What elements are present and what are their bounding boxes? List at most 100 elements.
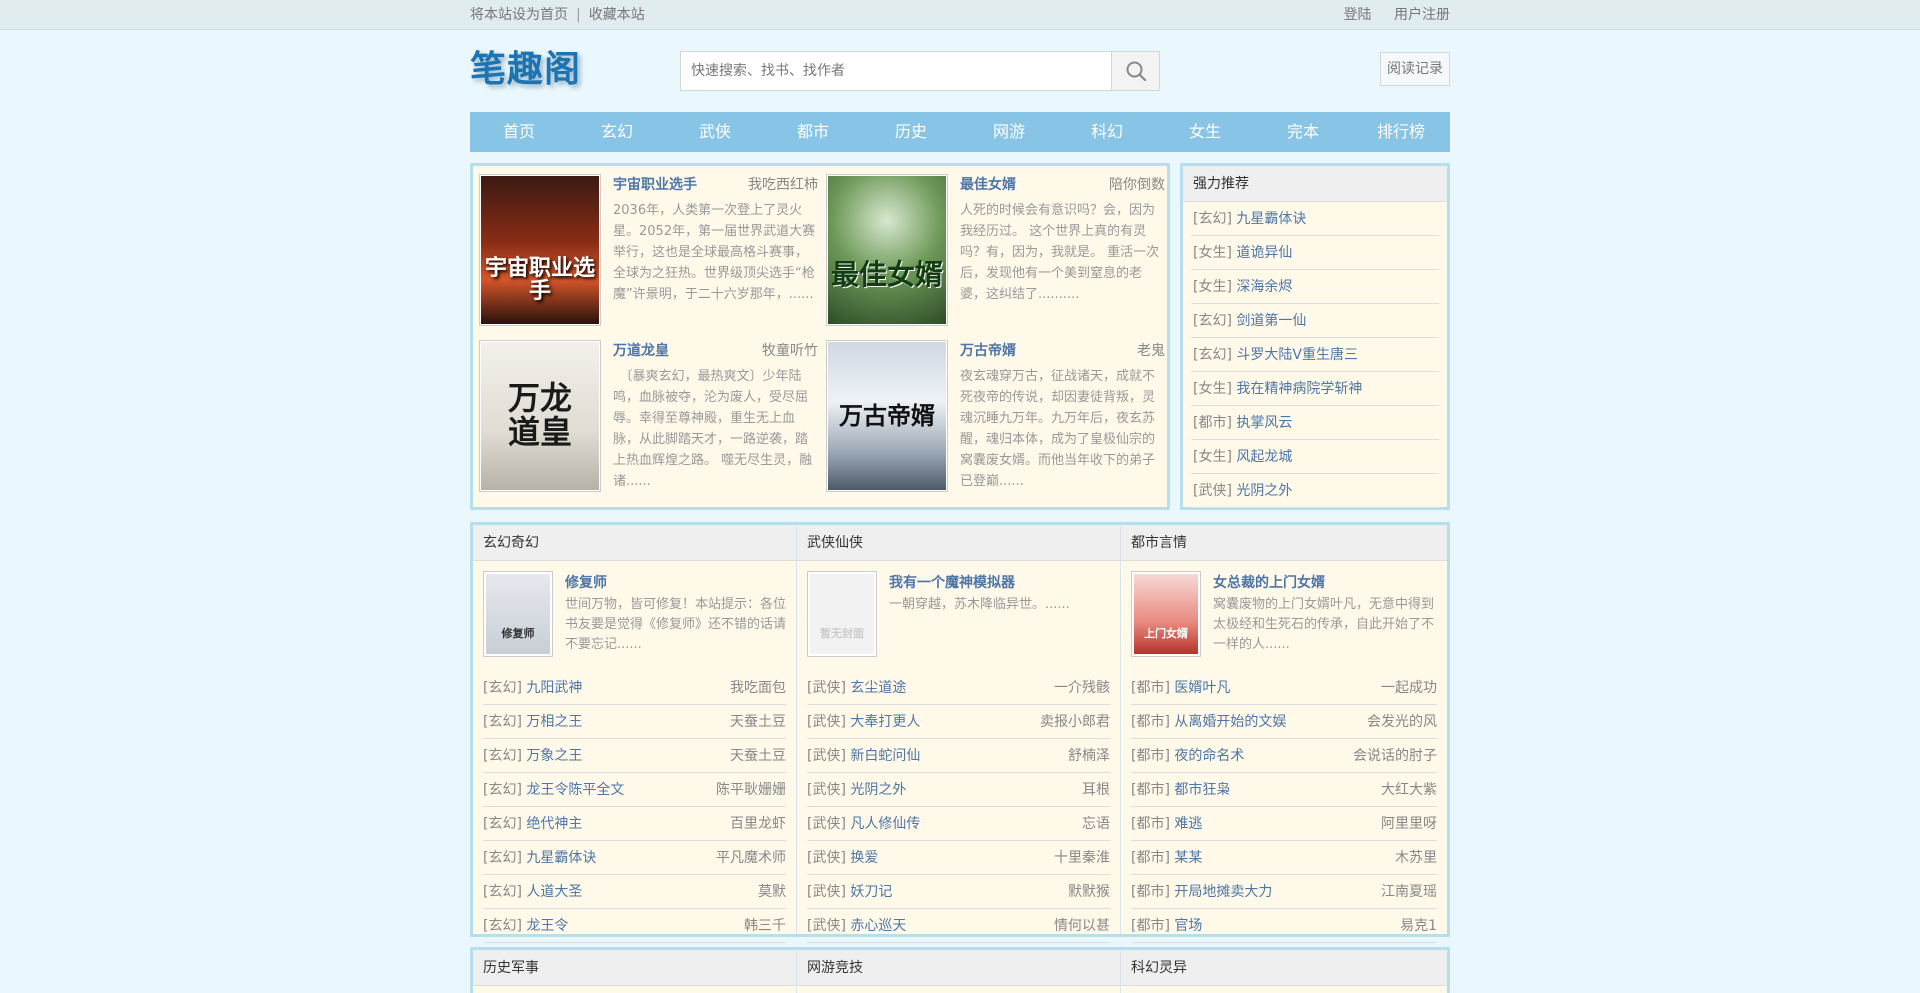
book-cover[interactable]: 万古帝婿 [826, 340, 948, 492]
list-item[interactable]: [玄幻] 人道大圣 莫默 [483, 875, 786, 909]
book-name[interactable]: 难逃 [1174, 816, 1202, 832]
list-item[interactable]: [武侠] 妖刀记 默默猴 [807, 875, 1110, 909]
search-input[interactable] [681, 52, 1111, 90]
bookmark-link[interactable]: 收藏本站 [589, 7, 645, 23]
book-cover[interactable]: 万龙道皇 [479, 340, 601, 492]
recommend-book-name[interactable]: 道诡异仙 [1236, 245, 1292, 261]
book-name[interactable]: 绝代神主 [526, 816, 582, 832]
book-title[interactable]: 我有一个魔神模拟器 [889, 573, 1111, 593]
book-cover[interactable]: 宇宙职业选手 [479, 174, 601, 326]
recommend-item[interactable]: [玄幻] 斗罗大陆V重生唐三 [1191, 338, 1439, 372]
book-name[interactable]: 妖刀记 [850, 884, 892, 900]
book-cover[interactable]: 暂无封面 [807, 571, 877, 657]
nav-wanben[interactable]: 完本 [1254, 112, 1352, 152]
book-name[interactable]: 龙王令陈平全文 [526, 782, 624, 798]
list-item[interactable]: [武侠] 换爱 十里秦淮 [807, 841, 1110, 875]
book-name[interactable]: 医婿叶凡 [1174, 680, 1230, 696]
recommend-item[interactable]: [都市] 执掌风云 [1191, 406, 1439, 440]
reading-history-button[interactable]: 阅读记录 [1380, 52, 1450, 86]
recommend-book-name[interactable]: 光阴之外 [1236, 483, 1292, 499]
list-item[interactable]: [武侠] 大奉打更人 卖报小郎君 [807, 705, 1110, 739]
nav-xuanhuan[interactable]: 玄幻 [568, 112, 666, 152]
book-title[interactable]: 女总裁的上门女婿 [1213, 573, 1435, 593]
book-name[interactable]: 万象之王 [526, 748, 582, 764]
list-item[interactable]: [武侠] 玄尘道途 一介残骸 [807, 671, 1110, 705]
list-item[interactable]: [都市] 夜的命名术 会说话的肘子 [1131, 739, 1437, 773]
recommend-item[interactable]: [女生] 我在精神病院学斩神 [1191, 372, 1439, 406]
list-item[interactable]: [都市] 开局地摊卖大力 江南夏瑶 [1131, 875, 1437, 909]
nav-paihang[interactable]: 排行榜 [1352, 112, 1450, 152]
book-cover[interactable]: 上门女婿 [1131, 571, 1201, 657]
book-author: 易克1 [1400, 918, 1437, 934]
book-title[interactable]: 万道龙皇 [613, 343, 669, 359]
nav-dushi[interactable]: 都市 [764, 112, 862, 152]
list-item[interactable]: [都市] 官场 易克1 [1131, 909, 1437, 943]
book-category: [都市] [1131, 714, 1170, 730]
book-name[interactable]: 光阴之外 [850, 782, 906, 798]
list-item[interactable]: [玄幻] 万相之王 天蚕土豆 [483, 705, 786, 739]
register-link[interactable]: 用户注册 [1394, 7, 1450, 23]
list-item[interactable]: [玄幻] 九阳武神 我吃面包 [483, 671, 786, 705]
book-name[interactable]: 开局地摊卖大力 [1174, 884, 1272, 900]
book-name[interactable]: 龙王令 [526, 918, 568, 934]
list-item[interactable]: [武侠] 凡人修仙传 忘语 [807, 807, 1110, 841]
recommend-book-name[interactable]: 斗罗大陆V重生唐三 [1236, 347, 1358, 363]
recommend-item[interactable]: [女生] 深海余烬 [1191, 270, 1439, 304]
book-name[interactable]: 从离婚开始的文娱 [1174, 714, 1286, 730]
list-item[interactable]: [玄幻] 绝代神主 百里龙虾 [483, 807, 786, 841]
recommend-item[interactable]: [女生] 风起龙城 [1191, 440, 1439, 474]
nav-nvsheng[interactable]: 女生 [1156, 112, 1254, 152]
site-logo[interactable]: 笔趣阁 [470, 40, 581, 92]
book-name[interactable]: 人道大圣 [526, 884, 582, 900]
list-item[interactable]: [武侠] 光阴之外 耳根 [807, 773, 1110, 807]
recommend-item[interactable]: [玄幻] 九星霸体诀 [1191, 202, 1439, 236]
book-name[interactable]: 官场 [1174, 918, 1202, 934]
list-item[interactable]: [玄幻] 九星霸体诀 平凡魔术师 [483, 841, 786, 875]
nav-kehuan[interactable]: 科幻 [1058, 112, 1156, 152]
book-name[interactable]: 万相之王 [526, 714, 582, 730]
recommend-book-name[interactable]: 执掌风云 [1236, 415, 1292, 431]
book-name[interactable]: 夜的命名术 [1174, 748, 1244, 764]
book-name[interactable]: 新白蛇问仙 [850, 748, 920, 764]
list-item[interactable]: [都市] 从离婚开始的文娱 会发光的风 [1131, 705, 1437, 739]
list-item[interactable]: [玄幻] 龙王令 韩三千 [483, 909, 786, 943]
search-button[interactable] [1111, 52, 1159, 90]
book-name[interactable]: 凡人修仙传 [850, 816, 920, 832]
set-home-link[interactable]: 将本站设为首页 [470, 7, 568, 23]
nav-home[interactable]: 首页 [470, 112, 568, 152]
recommend-book-name[interactable]: 九星霸体诀 [1236, 211, 1306, 227]
book-name[interactable]: 都市狂枭 [1174, 782, 1230, 798]
recommend-item[interactable]: [玄幻] 剑道第一仙 [1191, 304, 1439, 338]
list-item[interactable]: [玄幻] 龙王令陈平全文 陈平耿姗姗 [483, 773, 786, 807]
list-item[interactable]: [都市] 某某 木苏里 [1131, 841, 1437, 875]
book-name[interactable]: 九阳武神 [526, 680, 582, 696]
book-name[interactable]: 九星霸体诀 [526, 850, 596, 866]
book-name[interactable]: 换爱 [850, 850, 878, 866]
list-item[interactable]: [都市] 都市狂枭 大红大紫 [1131, 773, 1437, 807]
book-name[interactable]: 玄尘道途 [850, 680, 906, 696]
list-item[interactable]: [武侠] 新白蛇问仙 舒楠泽 [807, 739, 1110, 773]
book-name[interactable]: 赤心巡天 [850, 918, 906, 934]
book-title[interactable]: 万古帝婿 [960, 343, 1016, 359]
list-item[interactable]: [武侠] 赤心巡天 情何以甚 [807, 909, 1110, 943]
nav-lishi[interactable]: 历史 [862, 112, 960, 152]
recommend-book-name[interactable]: 风起龙城 [1236, 449, 1292, 465]
recommend-book-name[interactable]: 剑道第一仙 [1236, 313, 1306, 329]
book-cover[interactable]: 最佳女婿 [826, 174, 948, 326]
recommend-item[interactable]: [武侠] 光阴之外 [1191, 474, 1439, 508]
recommend-item[interactable]: [女生] 道诡异仙 [1191, 236, 1439, 270]
book-name[interactable]: 某某 [1174, 850, 1202, 866]
book-title[interactable]: 最佳女婿 [960, 177, 1016, 193]
login-link[interactable]: 登陆 [1344, 7, 1372, 23]
list-item[interactable]: [玄幻] 万象之王 天蚕土豆 [483, 739, 786, 773]
recommend-book-name[interactable]: 我在精神病院学斩神 [1236, 381, 1362, 397]
recommend-book-name[interactable]: 深海余烬 [1236, 279, 1292, 295]
nav-wuxia[interactable]: 武侠 [666, 112, 764, 152]
book-cover[interactable]: 修复师 [483, 571, 553, 657]
book-title[interactable]: 修复师 [565, 573, 787, 593]
book-title[interactable]: 宇宙职业选手 [613, 177, 697, 193]
nav-wangyou[interactable]: 网游 [960, 112, 1058, 152]
book-name[interactable]: 大奉打更人 [850, 714, 920, 730]
list-item[interactable]: [都市] 医婿叶凡 一起成功 [1131, 671, 1437, 705]
list-item[interactable]: [都市] 难逃 阿里里呀 [1131, 807, 1437, 841]
